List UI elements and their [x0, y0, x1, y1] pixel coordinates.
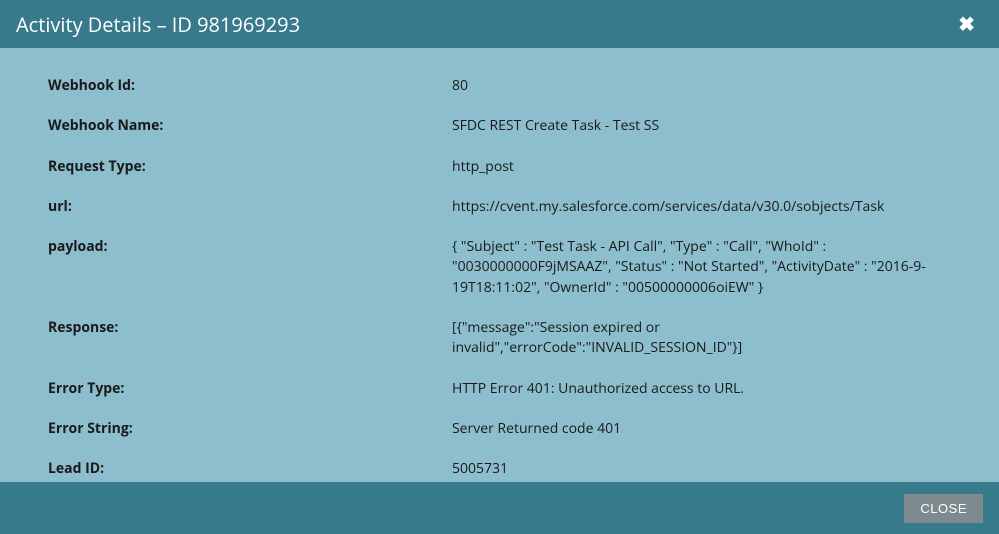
value-error-string: Server Returned code 401 — [452, 419, 951, 439]
value-lead-id: 5005731 — [452, 459, 951, 479]
detail-row-lead-id: Lead ID: 5005731 — [48, 459, 951, 479]
detail-row-url: url: https://cvent.my.salesforce.com/ser… — [48, 197, 951, 217]
detail-row-payload: payload: { "Subject" : "Test Task - API … — [48, 237, 951, 298]
value-webhook-name: SFDC REST Create Task - Test SS — [452, 116, 951, 136]
detail-row-error-type: Error Type: HTTP Error 401: Unauthorized… — [48, 379, 951, 399]
label-lead-id: Lead ID: — [48, 459, 452, 478]
value-response: [{"message":"Session expired or invalid"… — [452, 318, 951, 359]
close-icon[interactable]: ✖ — [950, 10, 983, 38]
label-webhook-id: Webhook Id: — [48, 76, 452, 95]
modal-body: Webhook Id: 80 Webhook Name: SFDC REST C… — [0, 48, 999, 482]
activity-details-modal: Activity Details – ID 981969293 ✖ Webhoo… — [0, 0, 999, 534]
label-response: Response: — [48, 318, 452, 337]
value-payload: { "Subject" : "Test Task - API Call", "T… — [452, 237, 951, 298]
label-webhook-name: Webhook Name: — [48, 116, 452, 135]
modal-header: Activity Details – ID 981969293 ✖ — [0, 0, 999, 48]
value-url: https://cvent.my.salesforce.com/services… — [452, 197, 951, 217]
value-webhook-id: 80 — [452, 76, 951, 96]
value-request-type: http_post — [452, 157, 951, 177]
label-payload: payload: — [48, 237, 452, 256]
detail-row-webhook-name: Webhook Name: SFDC REST Create Task - Te… — [48, 116, 951, 136]
detail-row-error-string: Error String: Server Returned code 401 — [48, 419, 951, 439]
label-request-type: Request Type: — [48, 157, 452, 176]
modal-title: Activity Details – ID 981969293 — [16, 11, 300, 38]
close-button[interactable]: CLOSE — [904, 494, 983, 523]
detail-row-response: Response: [{"message":"Session expired o… — [48, 318, 951, 359]
modal-footer: CLOSE — [0, 482, 999, 534]
label-error-type: Error Type: — [48, 379, 452, 398]
label-url: url: — [48, 197, 452, 216]
value-error-type: HTTP Error 401: Unauthorized access to U… — [452, 379, 951, 399]
detail-row-request-type: Request Type: http_post — [48, 157, 951, 177]
label-error-string: Error String: — [48, 419, 452, 438]
detail-row-webhook-id: Webhook Id: 80 — [48, 76, 951, 96]
